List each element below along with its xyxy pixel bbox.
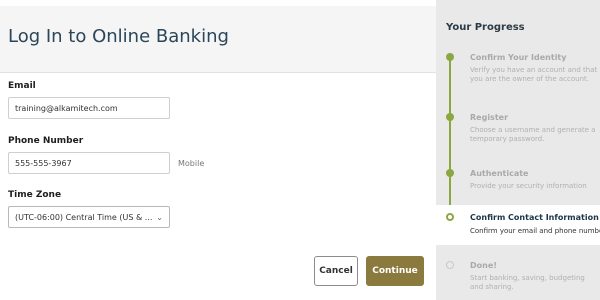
step-description: Choose a username and generate a tempora… [470, 126, 596, 143]
step-title: Confirm Contact Information [470, 213, 599, 222]
progress-step-confirm-identity: Confirm Your Identity Verify you have an… [436, 48, 600, 96]
timezone-selected-value: (UTC-06:00) Central Time (US & ... [15, 212, 153, 222]
step-complete-dot-icon [446, 169, 454, 177]
page-title: Log In to Online Banking [8, 26, 229, 47]
continue-button[interactable]: Continue [366, 256, 424, 286]
progress-step-authenticate: Authenticate Provide your security infor… [436, 164, 600, 196]
phone-type-label: Mobile [178, 159, 205, 168]
step-complete-dot-icon [446, 53, 454, 61]
progress-step-register: Register Choose a username and generate … [436, 108, 600, 148]
email-label: Email [8, 81, 36, 91]
step-title: Confirm Your Identity [470, 53, 567, 62]
step-title: Authenticate [470, 169, 529, 178]
phone-label: Phone Number [8, 136, 84, 146]
step-description: Provide your security information [470, 182, 587, 190]
main-panel: Log In to Online Banking Email Phone Num… [0, 0, 436, 300]
step-title: Done! [470, 261, 497, 270]
step-description: Start banking, saving, budgeting and sha… [470, 274, 585, 291]
step-description: Verify you have an account and that you … [470, 66, 598, 83]
step-current-dot-icon [446, 213, 454, 221]
step-title: Register [470, 113, 509, 122]
phone-field[interactable] [8, 152, 170, 174]
page: Log In to Online Banking Email Phone Num… [0, 0, 600, 300]
progress-step-confirm-contact: Confirm Contact Information Confirm your… [436, 205, 600, 245]
page-header: Log In to Online Banking [0, 6, 436, 73]
step-complete-dot-icon [446, 113, 454, 121]
progress-panel: Your Progress Confirm Your Identity Veri… [436, 0, 600, 300]
timezone-select[interactable]: (UTC-06:00) Central Time (US & ... ⌄ [8, 206, 170, 228]
email-field[interactable] [8, 97, 170, 119]
progress-title: Your Progress [446, 22, 525, 33]
step-description: Confirm your email and phone number [470, 227, 600, 235]
cancel-button[interactable]: Cancel [314, 256, 358, 286]
step-upcoming-dot-icon [446, 261, 454, 269]
chevron-down-icon: ⌄ [156, 212, 163, 222]
progress-step-done: Done! Start banking, saving, budgeting a… [436, 256, 600, 300]
timezone-label: Time Zone [8, 190, 62, 200]
